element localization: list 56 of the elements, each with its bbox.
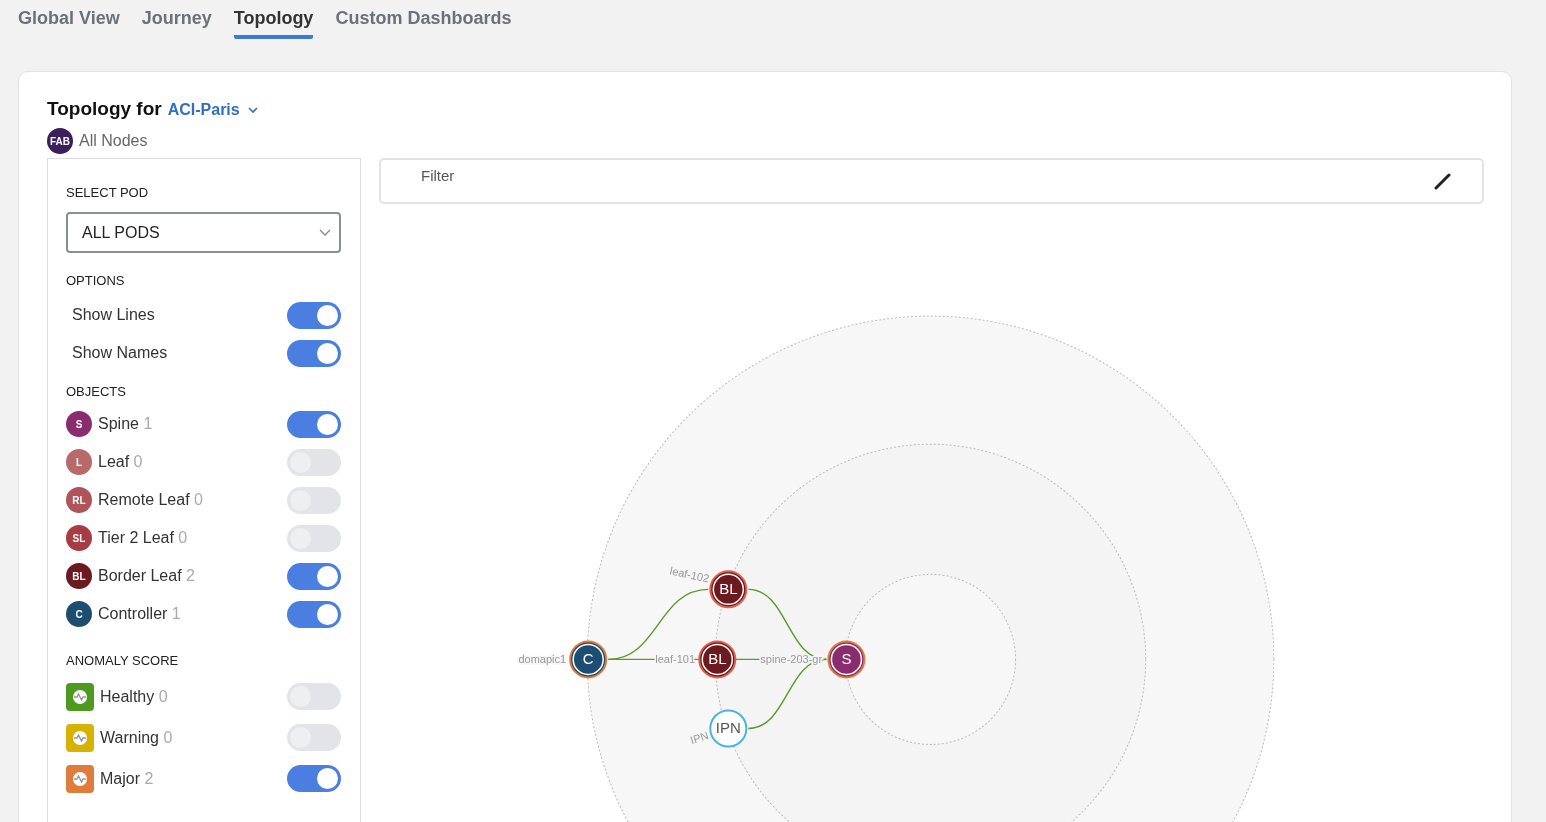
toggle-switch[interactable] <box>287 448 341 476</box>
section-heading: SELECT POD <box>66 185 150 200</box>
option-label: Show Names <box>72 344 168 362</box>
node-circle[interactable]: IPN <box>709 709 748 748</box>
score-label: Warning 0 <box>100 728 173 747</box>
toggle-switch[interactable] <box>287 724 341 751</box>
object-label: Border Leaf 2 <box>98 567 195 585</box>
pulse-icon <box>72 729 88 746</box>
nav-tab[interactable]: Topology <box>233 8 314 39</box>
node-circle[interactable]: BL <box>698 640 737 679</box>
toggle-switch[interactable] <box>287 486 341 514</box>
toggle-switch[interactable] <box>287 339 341 367</box>
toggle-switch[interactable] <box>287 562 341 590</box>
node-circle[interactable]: S <box>827 640 866 679</box>
node-type-badge: BL <box>66 563 92 589</box>
nav-tab[interactable]: Journey <box>141 8 212 39</box>
fabric-badge: FAB <box>47 128 73 154</box>
score-label: Major 2 <box>100 769 154 788</box>
pulse-icon <box>72 770 88 787</box>
chevron-down-icon <box>319 228 331 237</box>
node-type-badge: RL <box>66 487 92 513</box>
toggle-switch[interactable] <box>287 301 341 329</box>
toggle-switch[interactable] <box>287 410 341 438</box>
filter-field[interactable]: Filter <box>379 158 1484 204</box>
object-label: Leaf 0 <box>98 453 143 471</box>
section-heading: OBJECTS <box>66 384 127 399</box>
node-name: IPN <box>688 728 710 747</box>
page-title: Topology for <box>47 98 162 120</box>
toggle-switch[interactable] <box>287 524 341 552</box>
node-type-badge: C <box>66 601 92 627</box>
object-label: Controller 1 <box>98 605 181 623</box>
node-name: leaf-102 <box>668 564 711 585</box>
pulse-icon <box>72 688 88 705</box>
nav-tab[interactable]: Custom Dashboards <box>335 8 512 39</box>
toggle-switch[interactable] <box>287 600 341 628</box>
object-label: Remote Leaf 0 <box>98 491 203 509</box>
pencil-icon <box>1434 172 1452 190</box>
node-type-badge: S <box>66 411 92 437</box>
section-heading: OPTIONS <box>66 273 126 288</box>
toggle-switch[interactable] <box>287 765 341 792</box>
site-dropdown[interactable]: ACI-Paris <box>167 101 258 119</box>
section-heading: ANOMALY SCORE <box>66 653 180 668</box>
scope-label: All Nodes <box>79 132 148 150</box>
node-name: domapic1 <box>518 653 567 666</box>
option-label: Show Lines <box>72 306 155 324</box>
pod-select[interactable]: ALL PODS <box>66 212 341 253</box>
node-circle[interactable]: C <box>569 640 608 679</box>
node-type-badge: SL <box>66 525 92 551</box>
chevron-down-icon <box>247 106 258 114</box>
node-type-badge: L <box>66 449 92 475</box>
score-label: Healthy 0 <box>100 687 168 706</box>
toggle-switch[interactable] <box>287 683 341 710</box>
nav-tab[interactable]: Global View <box>18 8 120 39</box>
object-label: Spine 1 <box>98 415 153 433</box>
node-circle[interactable]: BL <box>709 570 748 609</box>
object-label: Tier 2 Leaf 0 <box>98 529 188 547</box>
